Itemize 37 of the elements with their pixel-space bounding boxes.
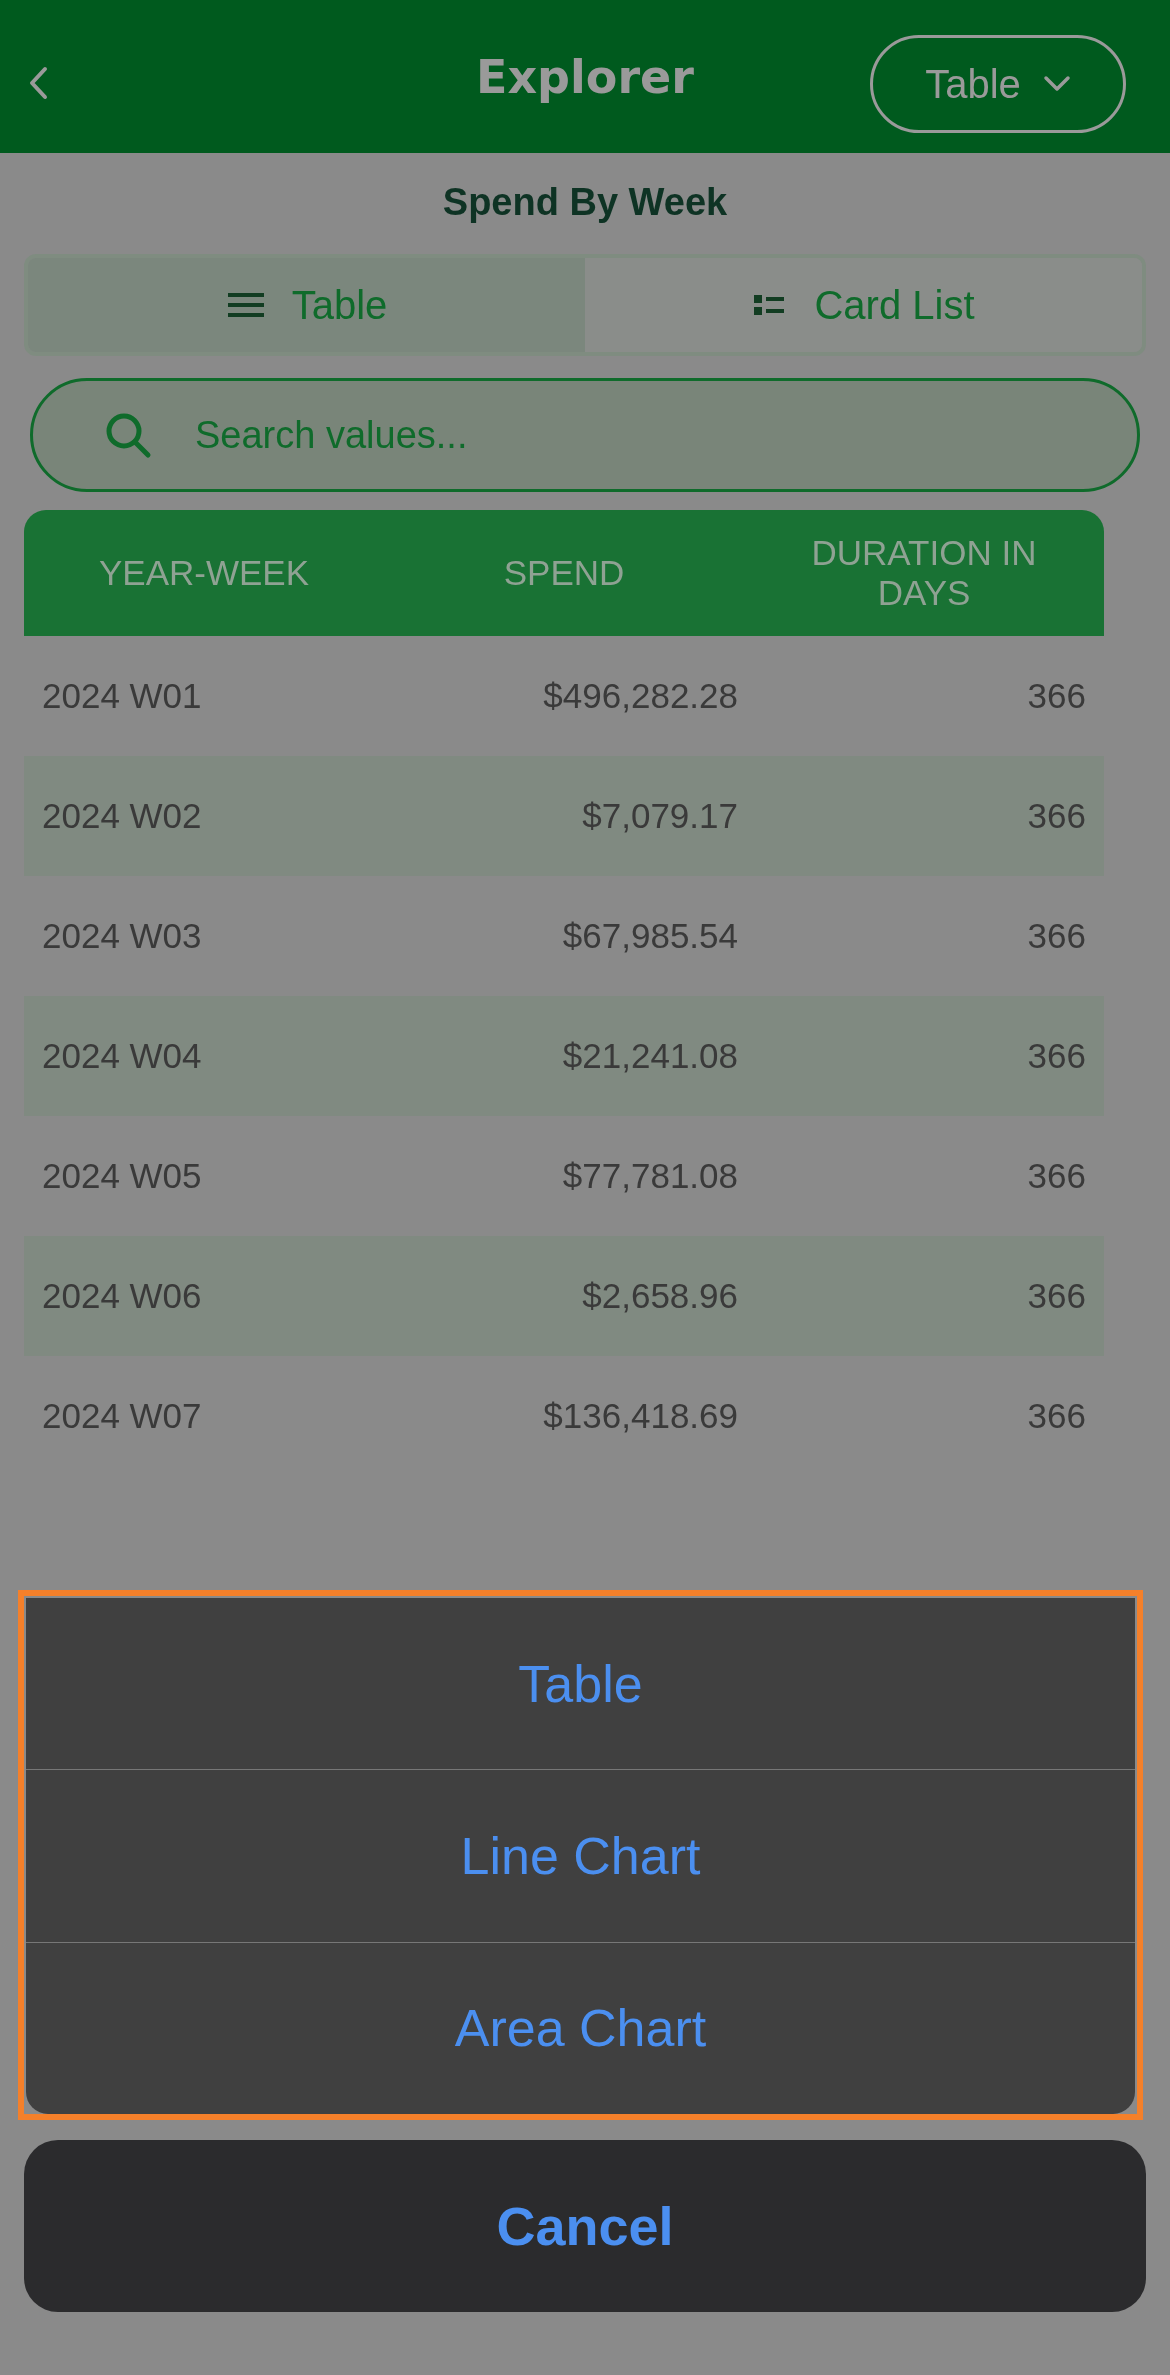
view-dropdown[interactable]: Table	[870, 35, 1126, 133]
table-cell-text: 2024 W03	[42, 916, 203, 956]
sheet-option[interactable]: Table	[26, 1598, 1135, 1771]
table-cell-text: 2024 W05	[42, 1156, 203, 1196]
table-cell-text: 2024 W04	[42, 1036, 203, 1076]
column-header: YEAR-WEEK	[97, 553, 310, 593]
table-cell-text: 366	[1026, 1396, 1086, 1436]
list-lines-icon	[225, 290, 266, 320]
table-cell-text: 2024 W02	[42, 796, 203, 836]
table-cell-text: $77,781.08	[561, 1156, 738, 1196]
table-cell-text: 2024 W07	[42, 1396, 203, 1436]
table-cell-text: 366	[1026, 1036, 1086, 1076]
table-cell-text: 366	[1026, 916, 1086, 956]
table-cell-text: 366	[1026, 1276, 1086, 1316]
view-tab[interactable]: Table	[28, 258, 585, 352]
table-cell-text: $2,658.96	[581, 1276, 738, 1316]
report-title: Spend By Week	[441, 181, 729, 224]
screen-title: Explorer	[476, 49, 694, 104]
table-cell-text: 2024 W01	[42, 676, 203, 716]
table-cell-text: 366	[1026, 676, 1086, 716]
table-cell-text: $67,985.54	[561, 916, 738, 956]
column-header: DURATION IN DAYS	[810, 533, 1038, 613]
search-input[interactable]: Search values...	[193, 412, 1137, 458]
table-cell-text: 2024 W06	[42, 1276, 203, 1316]
sheet-option[interactable]: Line Chart	[26, 1770, 1135, 1943]
search-field[interactable]: Search values...	[30, 378, 1140, 492]
table-cell-text: 366	[1026, 796, 1086, 836]
table-cell-text: 366	[1026, 1156, 1086, 1196]
table-cell-text: $7,079.17	[581, 796, 738, 836]
table-cell-text: $21,241.08	[561, 1036, 738, 1076]
table-cell-text: $136,418.69	[542, 1396, 738, 1436]
cancel-button[interactable]: Cancel	[24, 2140, 1146, 2312]
table-cell-text: $496,282.28	[542, 676, 738, 716]
column-header: SPEND	[502, 553, 626, 593]
chevron-down-icon	[1042, 75, 1071, 93]
sheet-option[interactable]: Area Chart	[26, 1942, 1135, 2114]
back-icon[interactable]	[28, 66, 48, 100]
